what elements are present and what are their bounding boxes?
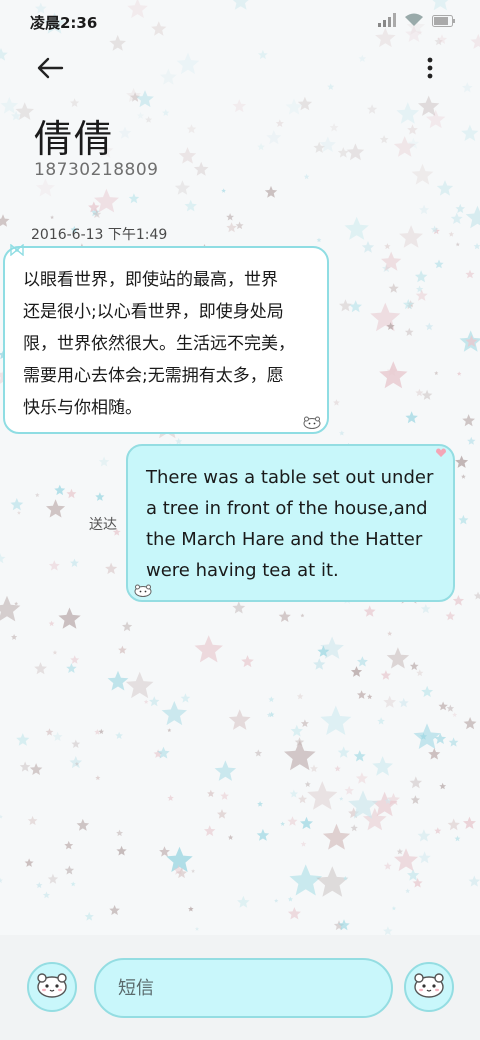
send-icon — [412, 971, 446, 1003]
message-line: 限，世界依然很大。生活远不完美， — [23, 334, 295, 354]
bear-sticker-icon — [303, 416, 321, 429]
battery-icon — [432, 12, 456, 31]
signal-icon — [378, 12, 396, 31]
more-vertical-icon — [426, 57, 434, 83]
message-line: 需要用心去体会;无需拥有太多，愿 — [23, 366, 284, 386]
incoming-message-text: 以眼看世界，即使站的最高，世界 还是很小;以心看世界，即使身处局 限，世界依然很… — [23, 264, 313, 424]
more-options-button[interactable] — [414, 52, 446, 88]
message-line: There was a table set out under — [146, 467, 434, 488]
sticker-button[interactable] — [27, 962, 77, 1012]
bear-sticker-icon — [134, 584, 152, 597]
back-button[interactable] — [28, 52, 72, 88]
delivery-status: 送达 — [89, 517, 117, 533]
message-line: a tree in front of the house,and — [146, 498, 428, 519]
message-line: 以眼看世界，即使站的最高，世界 — [23, 270, 278, 290]
sticker-icon — [35, 971, 69, 1003]
message-input[interactable] — [96, 960, 391, 1016]
heart-icon — [436, 448, 446, 457]
message-line: 快乐与你相随。 — [23, 398, 142, 418]
outgoing-message-bubble[interactable]: There was a table set out under a tree i… — [126, 444, 455, 602]
status-time: 凌晨2:36 — [30, 14, 98, 32]
status-icons — [378, 12, 456, 31]
message-compose-field[interactable] — [94, 958, 393, 1018]
send-button[interactable] — [404, 962, 454, 1012]
arrow-left-icon — [36, 57, 64, 83]
contact-name: 倩倩 — [34, 117, 115, 161]
wifi-icon — [404, 12, 424, 31]
message-line: were having tea at it. — [146, 560, 339, 581]
outgoing-message-text: There was a table set out under a tree i… — [146, 462, 441, 586]
message-timestamp: 2016-6-13 下午1:49 — [31, 227, 168, 243]
status-bar: 凌晨2:36 — [0, 0, 480, 40]
message-line: the March Hare and the Hatter — [146, 529, 423, 550]
bow-icon — [10, 244, 24, 256]
incoming-message-bubble[interactable]: 以眼看世界，即使站的最高，世界 还是很小;以心看世界，即使身处局 限，世界依然很… — [3, 244, 329, 434]
message-line: 还是很小;以心看世界，即使身处局 — [23, 302, 284, 322]
contact-phone: 18730218809 — [34, 160, 159, 180]
